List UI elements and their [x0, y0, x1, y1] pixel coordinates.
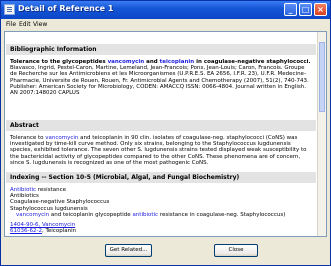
menu-bar: File Edit View [2, 19, 329, 30]
get-related-button[interactable]: Get Related... [105, 244, 152, 257]
indexing-text: Antibiotic resistance Antibiotics Coagul… [10, 187, 286, 235]
teicoplanin-cas-link[interactable]: 61036-62-2 [10, 228, 42, 234]
abstract-text: Tolerance to vancomycin and teicoplanin … [10, 135, 307, 166]
vancomycin-cas-link[interactable]: 1404-90-6, Vancomycin [10, 222, 75, 228]
reference-content: Bibliographic Information Tolerance to t… [4, 31, 327, 237]
menu-file[interactable]: File [6, 21, 16, 28]
close-button[interactable]: Close [214, 244, 258, 257]
vertical-scrollbar[interactable] [317, 32, 326, 236]
indexing-heading: Indexing -- Section 10-5 (Microbial, Alg… [6, 172, 316, 183]
maximize-button[interactable]: □ [299, 3, 312, 16]
bibliographic-text: Tolerance to the glycopeptides vancomyci… [10, 59, 311, 97]
antibiotic-link[interactable]: Antibiotic [10, 187, 36, 193]
document-icon [4, 4, 15, 15]
minimize-button[interactable]: _ [284, 3, 297, 16]
authors-source: Biavasco, Ingrid, Pestel-Caron, Martine,… [10, 65, 309, 97]
abstract-heading: Abstract [6, 120, 316, 131]
title-bar[interactable]: Detail of Reference 1 _ □ × [1, 1, 330, 19]
close-window-button[interactable]: × [314, 3, 327, 16]
menu-edit[interactable]: Edit [19, 21, 31, 28]
reference-detail-window: Detail of Reference 1 _ □ × File Edit Vi… [0, 0, 331, 266]
bibliographic-heading: Bibliographic Information [6, 44, 316, 55]
button-bar: Get Related... Close [2, 238, 329, 265]
window-title: Detail of Reference 1 [18, 4, 114, 13]
scrollbar-thumb[interactable] [319, 42, 325, 112]
menu-view[interactable]: View [33, 21, 47, 28]
